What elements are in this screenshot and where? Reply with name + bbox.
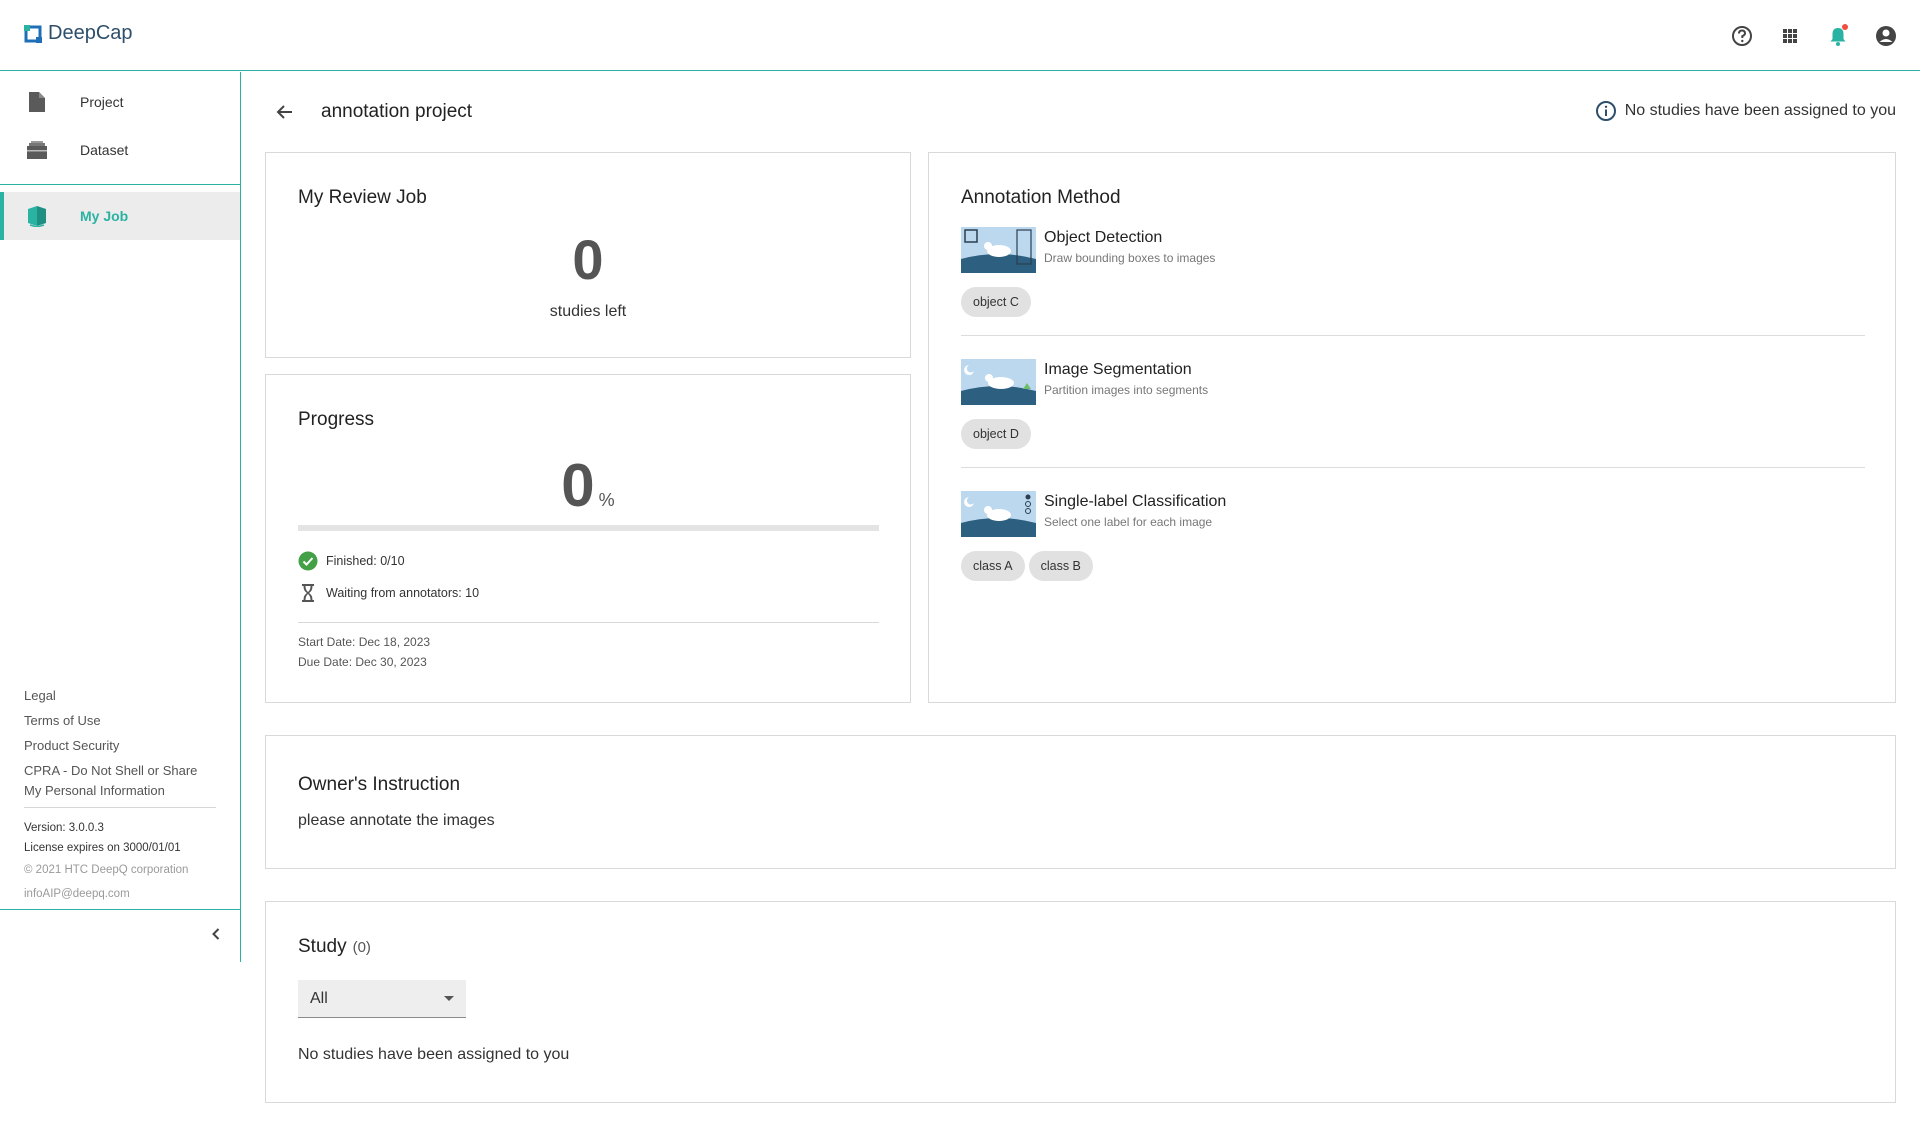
study-title-row: Study (0) (298, 936, 371, 958)
product-security-link[interactable]: Product Security (24, 736, 216, 756)
app-name: DeepCap (48, 22, 133, 44)
book-icon (26, 205, 48, 228)
version-text: Version: 3.0.0.3 (24, 822, 104, 834)
notification-dot (1842, 24, 1848, 30)
instruction-card: Owner's Instruction please annotate the … (265, 735, 1896, 869)
contact-email[interactable]: infoAIP@deepq.com (24, 882, 216, 906)
method-divider (961, 467, 1865, 468)
study-filter-value: All (310, 990, 328, 1007)
method-labels: class A class B (961, 551, 1097, 581)
review-job-card: My Review Job 0 studies left (265, 152, 911, 358)
sidebar-item-label: My Job (80, 208, 129, 224)
instruction-text: please annotate the images (298, 812, 495, 829)
due-date: Due Date: Dec 30, 2023 (298, 655, 427, 669)
method-single-label-classification: Single-label Classification Select one l… (961, 491, 1865, 581)
start-date: Start Date: Dec 18, 2023 (298, 635, 431, 649)
method-name: Image Segmentation (1044, 361, 1192, 378)
method-description: Partition images into segments (1044, 383, 1209, 397)
sidebar-item-dataset[interactable]: Dataset (0, 126, 240, 174)
deepcap-logo-icon (24, 24, 42, 43)
progress-divider (298, 622, 879, 623)
sidebar-item-label: Dataset (80, 142, 129, 158)
apps-grid-icon[interactable] (1776, 22, 1804, 50)
label-chip[interactable]: object D (961, 419, 1031, 449)
page-title: annotation project (321, 101, 473, 122)
sidebar-divider (0, 184, 240, 185)
sidebar-footer: Legal Terms of Use Product Security CPRA… (24, 686, 216, 906)
info-icon (1595, 100, 1617, 122)
check-circle-icon (298, 551, 318, 571)
help-circle-icon[interactable] (1728, 22, 1756, 50)
legal-link[interactable]: Legal (24, 686, 216, 706)
finished-text: Finished: 0/10 (326, 554, 405, 568)
waiting-stat: Waiting from annotators: 10 (298, 583, 479, 603)
file-icon (26, 91, 48, 113)
collapse-sidebar-chevron-left-icon[interactable] (206, 924, 226, 944)
waiting-text: Waiting from annotators: 10 (326, 586, 480, 600)
classification-thumbnail-icon (961, 491, 1036, 537)
finished-stat: Finished: 0/10 (298, 551, 405, 571)
copyright-text: © 2021 HTC DeepQ corporation (24, 864, 189, 876)
bell-icon[interactable] (1824, 22, 1852, 50)
study-count: (0) (352, 939, 371, 956)
progress-bar (298, 525, 879, 531)
instruction-title: Owner's Instruction (298, 774, 461, 795)
progress-percent-unit: % (598, 490, 615, 510)
progress-card: Progress 0% Finished: 0/10 Waiting from … (265, 374, 911, 703)
app-logo[interactable]: DeepCap (24, 22, 133, 45)
method-object-detection: Object Detection Draw bounding boxes to … (961, 227, 1865, 336)
method-description: Draw bounding boxes to images (1044, 251, 1216, 265)
back-arrow-icon[interactable] (273, 100, 297, 124)
sidebar-bottom-divider (0, 909, 240, 910)
progress-value: 0% (266, 451, 910, 520)
annotation-method-title: Annotation Method (961, 187, 1121, 208)
assignment-notice: No studies have been assigned to you (1595, 100, 1896, 122)
method-name: Single-label Classification (1044, 493, 1227, 510)
studies-left-count: 0 (572, 228, 604, 291)
terms-of-use-link[interactable]: Terms of Use (24, 711, 216, 731)
hourglass-icon (298, 583, 318, 603)
method-description: Select one label for each image (1044, 515, 1213, 529)
label-chip[interactable]: class B (1028, 551, 1093, 581)
footer-divider (24, 807, 216, 808)
dropdown-caret-icon (444, 996, 454, 1001)
studies-left-label: studies left (549, 303, 627, 320)
sidebar-item-project[interactable]: Project (0, 78, 240, 126)
main-header: annotation project No studies have been … (265, 96, 1896, 128)
progress-title: Progress (298, 409, 375, 430)
cpra-link[interactable]: CPRA - Do Not Shell or Share My Personal… (24, 761, 216, 801)
method-name: Object Detection (1044, 229, 1163, 246)
progress-percent-number: 0 (561, 452, 595, 519)
label-chip[interactable]: object C (961, 287, 1031, 317)
review-job-title: My Review Job (298, 187, 427, 208)
object-detection-thumbnail-icon (961, 227, 1036, 273)
license-text: License expires on 3000/01/01 (24, 842, 181, 854)
top-bar: DeepCap (0, 0, 1920, 71)
briefcase-icon (26, 139, 48, 161)
account-circle-icon[interactable] (1872, 22, 1900, 50)
study-card: Study (0) All No studies have been assign… (265, 901, 1896, 1103)
method-image-segmentation: Image Segmentation Partition images into… (961, 359, 1865, 468)
method-labels: object D (961, 419, 1035, 449)
image-segmentation-thumbnail-icon (961, 359, 1036, 405)
method-divider (961, 335, 1865, 336)
study-filter-select[interactable]: All (298, 980, 466, 1018)
sidebar: Project Dataset My Job Legal Terms of Us… (0, 72, 241, 962)
method-labels: object C (961, 287, 1035, 317)
assignment-notice-text: No studies have been assigned to you (1624, 102, 1896, 119)
annotation-method-card: Annotation Method Object Detection Draw … (928, 152, 1896, 703)
label-chip[interactable]: class A (961, 551, 1025, 581)
sidebar-item-label: Project (80, 94, 124, 110)
sidebar-item-my-job[interactable]: My Job (0, 192, 240, 240)
study-empty-message: No studies have been assigned to you (298, 1046, 570, 1063)
study-title: Study (298, 936, 347, 957)
